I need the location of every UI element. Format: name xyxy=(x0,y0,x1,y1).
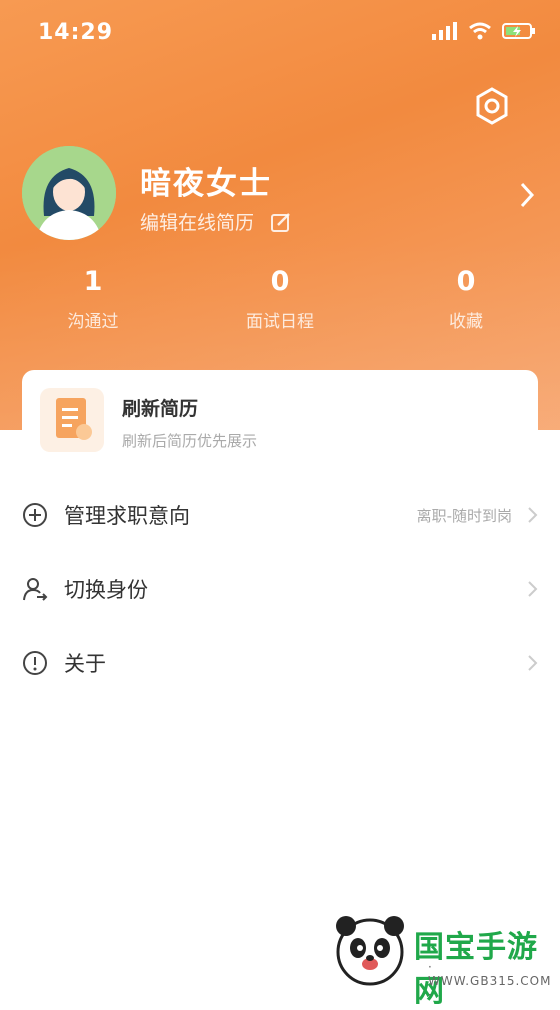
status-bar: 14:29 xyxy=(0,0,560,70)
menu-item-switch-identity[interactable]: 切换身份 xyxy=(0,552,560,626)
stat-label: 沟通过 xyxy=(67,312,119,332)
menu-label: 管理求职意向 xyxy=(64,504,190,528)
refresh-card-title: 刷新简历 xyxy=(122,398,199,420)
stat-value: 1 xyxy=(83,266,103,297)
chevron-right-icon xyxy=(528,581,538,597)
refresh-resume-card[interactable]: 刷新简历 刷新后简历优先展示 xyxy=(22,370,538,470)
resume-document-icon xyxy=(40,388,104,452)
chevron-right-icon xyxy=(528,507,538,523)
edit-icon xyxy=(271,212,290,232)
stat-label: 面试日程 xyxy=(246,312,314,332)
battery-icon xyxy=(502,23,535,39)
site-watermark: 国宝手游网 · WWW.GB315.COM · xyxy=(310,900,560,1009)
menu-item-job-intention[interactable]: 管理求职意向 离职-随时到岗 xyxy=(0,478,560,552)
stat-interviews[interactable]: 0 面试日程 xyxy=(200,266,360,332)
settings-icon[interactable] xyxy=(472,86,512,126)
stats-row: 1 沟通过 0 面试日程 0 收藏 xyxy=(0,266,560,346)
panda-logo-icon xyxy=(336,916,404,986)
user-name: 暗夜女士 xyxy=(140,166,272,202)
edit-resume-link[interactable]: 编辑在线简历 xyxy=(140,208,292,235)
watermark-url: · WWW.GB315.COM · xyxy=(428,960,552,1002)
plus-circle-icon xyxy=(23,503,47,527)
status-icons xyxy=(432,22,536,40)
menu-item-about[interactable]: 关于 xyxy=(0,626,560,700)
signal-icon xyxy=(432,22,457,40)
chevron-right-icon xyxy=(528,655,538,671)
stat-favorites[interactable]: 0 收藏 xyxy=(386,266,546,332)
menu-value: 离职-随时到岗 xyxy=(416,507,512,525)
info-circle-icon xyxy=(23,651,47,675)
status-time: 14:29 xyxy=(38,20,114,45)
profile-chevron-right-icon[interactable] xyxy=(516,180,538,210)
refresh-card-subtitle: 刷新后简历优先展示 xyxy=(122,432,258,450)
edit-resume-label: 编辑在线简历 xyxy=(140,212,255,234)
menu-label: 关于 xyxy=(64,652,106,676)
avatar[interactable] xyxy=(22,146,116,240)
avatar-illustration xyxy=(22,146,116,240)
wifi-icon xyxy=(469,22,491,40)
stat-label: 收藏 xyxy=(449,312,483,332)
stat-value: 0 xyxy=(456,266,476,297)
stat-communicated[interactable]: 1 沟通过 xyxy=(13,266,173,332)
menu-label: 切换身份 xyxy=(64,578,148,602)
person-switch-icon xyxy=(23,578,48,601)
stat-value: 0 xyxy=(270,266,290,297)
